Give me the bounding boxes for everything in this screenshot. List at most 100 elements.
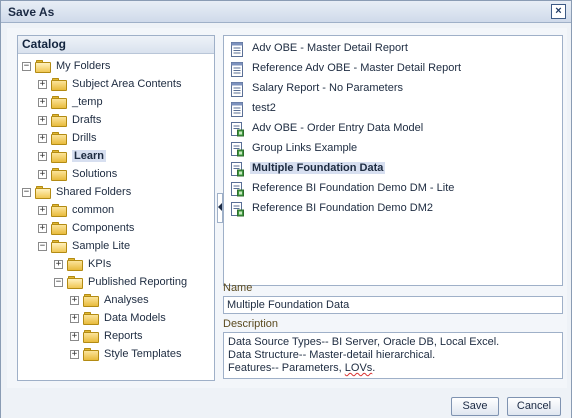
- folder-open-icon: [51, 240, 68, 253]
- tree-node-published-reporting[interactable]: − Published Reporting: [18, 274, 214, 292]
- expand-icon[interactable]: +: [38, 80, 47, 89]
- tree-node-label[interactable]: Drills: [72, 132, 96, 144]
- tree-node-label[interactable]: Shared Folders: [56, 186, 131, 198]
- tree-node-label[interactable]: Subject Area Contents: [72, 78, 181, 90]
- file-item-adv-obe-order-entry-data-model[interactable]: Adv OBE - Order Entry Data Model: [230, 120, 556, 138]
- tree-node-solutions[interactable]: + Solutions: [18, 166, 214, 184]
- tree-node-components[interactable]: + Components: [18, 220, 214, 238]
- file-item-adv-obe-master-detail-report[interactable]: Adv OBE - Master Detail Report: [230, 40, 556, 58]
- report-icon: [231, 102, 243, 117]
- dialog-titlebar: Save As ×: [1, 1, 571, 23]
- tree-node-label[interactable]: Published Reporting: [88, 276, 187, 288]
- tree-node-my-folders[interactable]: − My Folders: [18, 58, 214, 76]
- file-item-label[interactable]: Reference BI Foundation Demo DM2: [252, 202, 433, 214]
- collapse-icon[interactable]: −: [22, 188, 31, 197]
- file-item-label[interactable]: Multiple Foundation Data: [250, 162, 386, 174]
- tree-node-label[interactable]: My Folders: [56, 60, 110, 72]
- description-text: .: [372, 362, 376, 374]
- description-line: Features-- Parameters, LOVs.: [228, 362, 558, 375]
- collapse-icon[interactable]: −: [22, 62, 31, 71]
- folder-body: [51, 134, 67, 145]
- expand-icon[interactable]: +: [38, 116, 47, 125]
- expand-icon[interactable]: +: [38, 206, 47, 215]
- expand-icon[interactable]: +: [38, 98, 47, 107]
- chevron-left-icon[interactable]: [218, 203, 222, 211]
- data-model-icon: [231, 202, 244, 217]
- folder-open-icon: [35, 60, 52, 73]
- expand-icon[interactable]: +: [70, 332, 79, 341]
- expand-icon[interactable]: +: [70, 350, 79, 359]
- tree-node-label[interactable]: Components: [72, 222, 134, 234]
- tree-node-label[interactable]: Solutions: [72, 168, 117, 180]
- tree-node-analyses[interactable]: + Analyses: [18, 292, 214, 310]
- folder-icon: [51, 96, 68, 109]
- tree-node-label[interactable]: common: [72, 204, 114, 216]
- file-item-label[interactable]: Reference Adv OBE - Master Detail Report: [252, 62, 461, 74]
- collapse-icon[interactable]: −: [54, 278, 63, 287]
- folder-body: [51, 116, 67, 127]
- tree-node-label[interactable]: Analyses: [104, 294, 149, 306]
- tree-node-style-templates[interactable]: + Style Templates: [18, 346, 214, 364]
- folder-open-icon: [67, 276, 84, 289]
- file-item-reference-bi-foundation-demo-dm2[interactable]: Reference BI Foundation Demo DM2: [230, 200, 556, 218]
- tree-node-subject-area-contents[interactable]: + Subject Area Contents: [18, 76, 214, 94]
- expand-icon[interactable]: +: [54, 260, 63, 269]
- tree-node-drills[interactable]: + Drills: [18, 130, 214, 148]
- expand-icon[interactable]: +: [38, 134, 47, 143]
- file-item-salary-report-no-parameters[interactable]: Salary Report - No Parameters: [230, 80, 556, 98]
- file-item-group-links-example[interactable]: Group Links Example: [230, 140, 556, 158]
- folder-icon: [83, 330, 100, 343]
- tree-node-label[interactable]: _temp: [72, 96, 103, 108]
- file-item-label[interactable]: Adv OBE - Order Entry Data Model: [252, 122, 423, 134]
- expand-icon[interactable]: +: [38, 152, 47, 161]
- expand-icon[interactable]: +: [38, 224, 47, 233]
- folder-body: [51, 170, 67, 181]
- tree-node-label[interactable]: Drafts: [72, 114, 101, 126]
- folder-icon: [51, 168, 68, 181]
- folder-icon: [51, 114, 68, 127]
- tree-node-label[interactable]: Reports: [104, 330, 143, 342]
- file-item-label[interactable]: test2: [252, 102, 276, 114]
- file-item-label[interactable]: Salary Report - No Parameters: [252, 82, 403, 94]
- tree-node-label[interactable]: Style Templates: [104, 348, 181, 360]
- cancel-button[interactable]: Cancel: [507, 397, 561, 416]
- close-icon[interactable]: ×: [551, 4, 566, 19]
- tree-node-shared-folders[interactable]: − Shared Folders: [18, 184, 214, 202]
- save-button[interactable]: Save: [451, 397, 499, 416]
- tree-node-temp[interactable]: + _temp: [18, 94, 214, 112]
- file-item-label[interactable]: Reference BI Foundation Demo DM - Lite: [252, 182, 454, 194]
- tree-node-drafts[interactable]: + Drafts: [18, 112, 214, 130]
- folder-icon: [67, 258, 84, 271]
- tree-node-data-models[interactable]: + Data Models: [18, 310, 214, 328]
- folder-body: [51, 80, 67, 91]
- file-item-multiple-foundation-data[interactable]: Multiple Foundation Data: [230, 160, 556, 178]
- report-icon: [231, 42, 243, 57]
- folder-body: [67, 260, 83, 271]
- collapse-icon[interactable]: −: [38, 242, 47, 251]
- tree-node-label[interactable]: Learn: [72, 150, 106, 162]
- tree-node-common[interactable]: + common: [18, 202, 214, 220]
- catalog-panel: Catalog − My Folders + Subject Area Content…: [17, 35, 215, 381]
- report-icon: [231, 82, 243, 97]
- folder-icon: [83, 294, 100, 307]
- folder-body: [51, 206, 67, 217]
- tree-node-label[interactable]: KPIs: [88, 258, 111, 270]
- tree-node-learn[interactable]: + Learn: [18, 148, 214, 166]
- file-item-test2[interactable]: test2: [230, 100, 556, 118]
- tree-node-kpis[interactable]: + KPIs: [18, 256, 214, 274]
- name-input[interactable]: [223, 296, 563, 314]
- tree-node-sample-lite[interactable]: − Sample Lite: [18, 238, 214, 256]
- expand-icon[interactable]: +: [70, 296, 79, 305]
- tree-node-label[interactable]: Sample Lite: [72, 240, 130, 252]
- folder-body: [51, 242, 67, 253]
- file-item-label[interactable]: Group Links Example: [252, 142, 357, 154]
- file-item-reference-bi-foundation-demo-dm-lite[interactable]: Reference BI Foundation Demo DM - Lite: [230, 180, 556, 198]
- file-item-label[interactable]: Adv OBE - Master Detail Report: [252, 42, 408, 54]
- file-item-reference-adv-obe-master-detail-report[interactable]: Reference Adv OBE - Master Detail Report: [230, 60, 556, 78]
- expand-icon[interactable]: +: [70, 314, 79, 323]
- description-textarea[interactable]: Data Source Types-- BI Server, Oracle DB…: [223, 332, 563, 379]
- tree-node-reports[interactable]: + Reports: [18, 328, 214, 346]
- expand-icon[interactable]: +: [38, 170, 47, 179]
- tree-node-label[interactable]: Data Models: [104, 312, 166, 324]
- data-model-icon: [231, 142, 244, 157]
